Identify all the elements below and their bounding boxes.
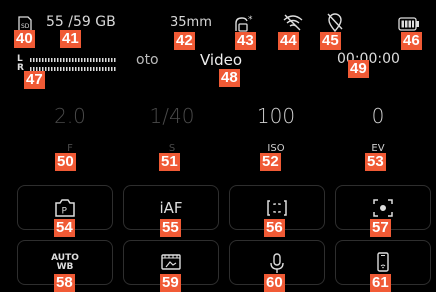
focal-length: 35mm [170, 15, 212, 30]
annotation-badge: 48 [219, 69, 240, 87]
annotation-badge: 51 [159, 153, 180, 171]
annotation-badge: 57 [370, 219, 391, 237]
annotation-badge: 58 [54, 274, 75, 292]
annotation-badge: 53 [365, 153, 386, 171]
audio-meter-right-label: R [17, 63, 24, 73]
auto-wb-line2: WB [56, 261, 74, 272]
annotation-badge: 59 [160, 274, 181, 292]
audio-meter-left [30, 58, 116, 62]
mode-video-tab[interactable]: Video [200, 51, 242, 69]
svg-text:P: P [62, 206, 68, 216]
aperture-value[interactable]: 2.0 [30, 104, 110, 128]
svg-text:SD: SD [21, 23, 30, 30]
annotation-badge: 61 [370, 274, 391, 292]
annotation-badge: 55 [160, 219, 181, 237]
battery-icon [398, 16, 420, 31]
annotation-badge: 49 [348, 60, 369, 78]
gps-off-icon[interactable] [326, 12, 344, 33]
annotation-badge: 44 [278, 32, 299, 50]
iso-value[interactable]: 100 [236, 104, 316, 128]
annotation-badge: 60 [264, 274, 285, 292]
annotation-badge: 47 [24, 71, 45, 89]
annotation-badge: 54 [54, 219, 75, 237]
wifi-off-icon[interactable] [282, 13, 304, 31]
annotation-badge: 45 [320, 32, 341, 50]
stabilization-icon: * [232, 13, 256, 33]
annotation-badge: 50 [55, 153, 76, 171]
svg-text:*: * [248, 15, 253, 25]
annotation-badge: 46 [401, 32, 422, 50]
shutter-value[interactable]: 1/40 [132, 104, 212, 128]
storage-remaining: 55 /59 GB [46, 14, 116, 30]
annotation-badge: 52 [260, 153, 281, 171]
ev-value[interactable]: 0 [338, 104, 418, 128]
annotation-badge: 41 [60, 30, 81, 48]
annotation-badge: 42 [174, 32, 195, 50]
annotation-badge: 40 [14, 30, 35, 48]
mode-photo-tab[interactable]: oto [136, 52, 159, 68]
annotation-badge: 56 [264, 219, 285, 237]
annotation-badge: 43 [235, 32, 256, 50]
